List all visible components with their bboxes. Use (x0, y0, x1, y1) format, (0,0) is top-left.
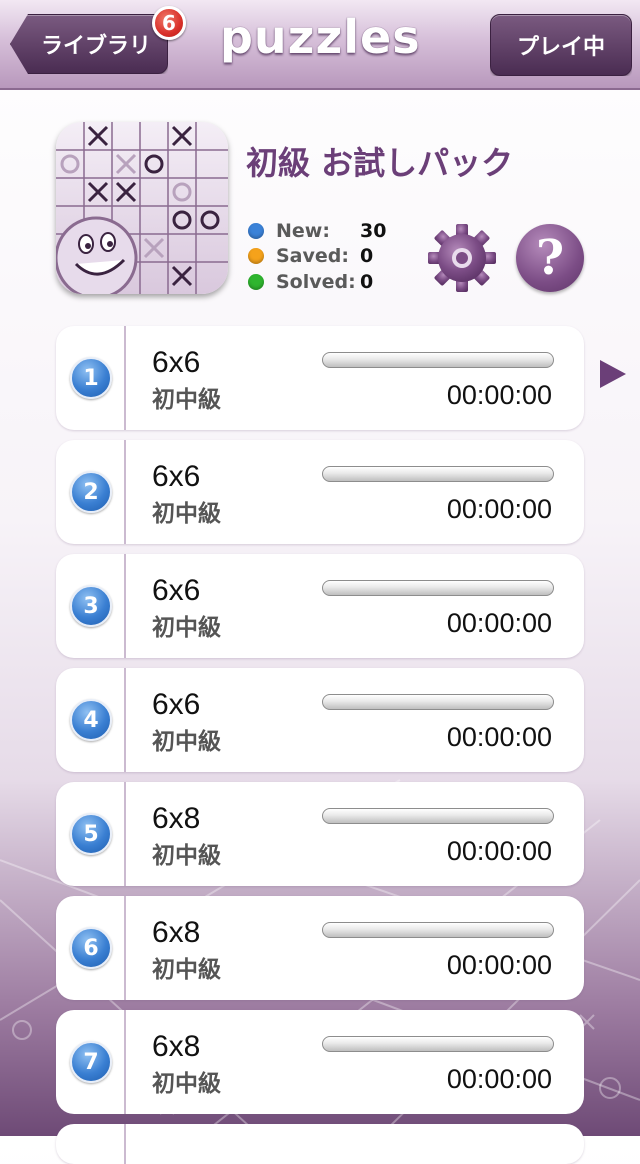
puzzle-number-badge: 7 (70, 1041, 112, 1083)
stat-value: 0 (360, 271, 374, 293)
row-separator (124, 554, 126, 658)
puzzle-level: 初中級 (152, 843, 221, 869)
progress-bar (322, 922, 554, 938)
nav-bar: ライブラリ 6 puzzles プレイ中 (0, 0, 640, 90)
puzzle-time: 00:00:00 (446, 1064, 552, 1094)
puzzle-level: 初中級 (152, 1071, 221, 1097)
puzzle-time: 00:00:00 (446, 494, 552, 524)
saved-dot-icon (248, 248, 264, 264)
now-playing-button[interactable]: プレイ中 (490, 14, 632, 76)
progress-bar (322, 808, 554, 824)
puzzle-row[interactable]: 3 6x6 初中級 00:00:00 (56, 554, 584, 658)
puzzle-time: 00:00:00 (446, 380, 552, 410)
puzzle-size: 6x8 (152, 1030, 201, 1063)
puzzle-number-badge: 2 (70, 471, 112, 513)
puzzle-time: 00:00:00 (446, 836, 552, 866)
row-separator (124, 1124, 126, 1164)
puzzle-level: 初中級 (152, 501, 221, 527)
stat-solved: Solved: 0 (248, 270, 373, 294)
gear-icon (428, 224, 496, 292)
puzzle-number-badge: 6 (70, 927, 112, 969)
row-separator (124, 326, 126, 430)
stat-saved: Saved: 0 (248, 244, 373, 268)
library-back-button[interactable]: ライブラリ (10, 14, 168, 74)
progress-bar (322, 466, 554, 482)
puzzle-pack-icon (56, 122, 228, 294)
puzzle-level: 初中級 (152, 729, 221, 755)
question-icon: ? (535, 230, 565, 286)
puzzle-number-badge: 4 (70, 699, 112, 741)
puzzle-level: 初中級 (152, 957, 221, 983)
settings-button[interactable] (426, 222, 498, 294)
stat-value: 0 (360, 245, 374, 267)
puzzle-row[interactable]: 1 6x6 初中級 00:00:00 (56, 326, 584, 430)
progress-bar (322, 580, 554, 596)
new-dot-icon (248, 223, 264, 239)
row-separator (124, 440, 126, 544)
puzzle-size: 6x6 (152, 688, 201, 721)
row-separator (124, 896, 126, 1000)
now-playing-label: プレイ中 (516, 35, 605, 60)
selected-row-arrow-icon (600, 360, 626, 388)
progress-bar (322, 352, 554, 368)
app-title: puzzles (220, 10, 421, 64)
puzzle-time: 00:00:00 (446, 950, 552, 980)
puzzle-level: 初中級 (152, 615, 221, 641)
pack-title: 初級 お試しパック (246, 144, 514, 182)
puzzle-row-partial[interactable] (56, 1124, 584, 1164)
solved-dot-icon (248, 274, 264, 290)
progress-bar (322, 694, 554, 710)
puzzle-number-badge: 1 (70, 357, 112, 399)
puzzle-size: 6x6 (152, 460, 201, 493)
progress-bar (322, 1036, 554, 1052)
puzzle-level: 初中級 (152, 387, 221, 413)
puzzle-size: 6x8 (152, 916, 201, 949)
row-separator (124, 782, 126, 886)
puzzle-time: 00:00:00 (446, 608, 552, 638)
puzzle-row[interactable]: 6 6x8 初中級 00:00:00 (56, 896, 584, 1000)
puzzle-size: 6x8 (152, 802, 201, 835)
puzzle-row[interactable]: 7 6x8 初中級 00:00:00 (56, 1010, 584, 1114)
puzzle-row[interactable]: 5 6x8 初中級 00:00:00 (56, 782, 584, 886)
row-separator (124, 668, 126, 772)
stat-new: New: 30 (248, 219, 386, 243)
row-separator (124, 1010, 126, 1114)
help-button[interactable]: ? (516, 224, 584, 292)
puzzle-row[interactable]: 4 6x6 初中級 00:00:00 (56, 668, 584, 772)
puzzle-number-badge: 5 (70, 813, 112, 855)
notification-badge: 6 (152, 6, 186, 40)
puzzle-size: 6x6 (152, 346, 201, 379)
library-back-label: ライブラリ (40, 34, 151, 59)
stat-label: New: (276, 220, 330, 242)
stat-value: 30 (360, 220, 387, 242)
puzzle-row[interactable]: 2 6x6 初中級 00:00:00 (56, 440, 584, 544)
stat-label: Saved: (276, 245, 349, 267)
puzzle-number-badge: 3 (70, 585, 112, 627)
puzzle-time: 00:00:00 (446, 722, 552, 752)
puzzle-size: 6x6 (152, 574, 201, 607)
stat-label: Solved: (276, 271, 356, 293)
